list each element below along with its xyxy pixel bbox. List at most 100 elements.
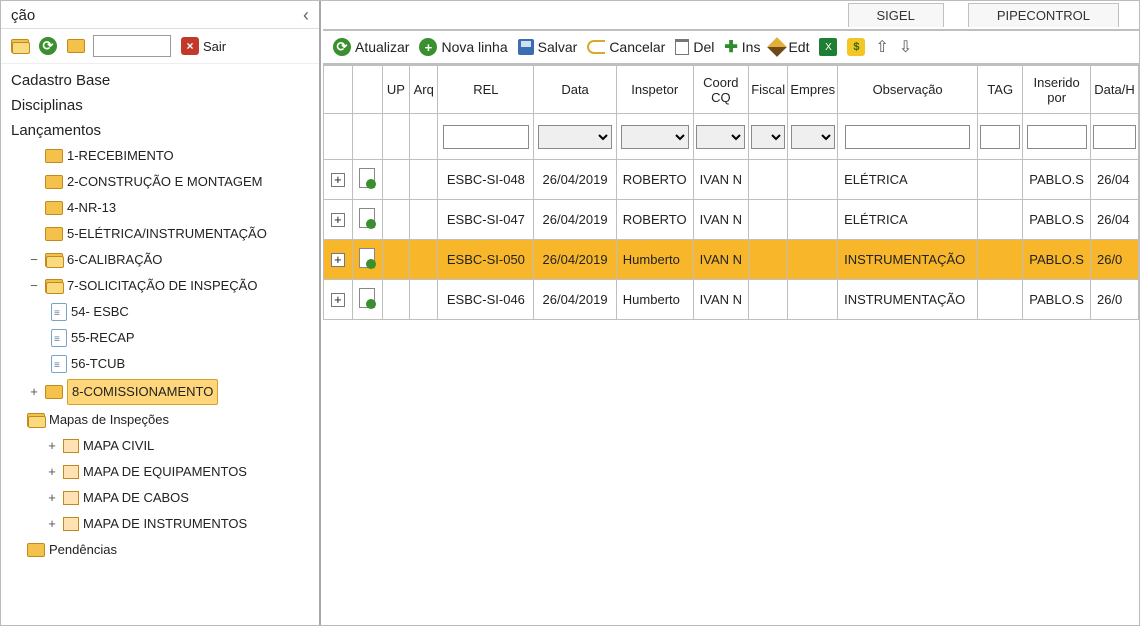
pencil-icon <box>768 37 788 57</box>
col-data[interactable]: Data <box>534 66 616 114</box>
expand-row-icon[interactable]: + <box>331 253 345 267</box>
filter-datah[interactable] <box>1093 125 1135 149</box>
folder-icon <box>45 253 63 267</box>
section-lancamentos[interactable]: Lançamentos <box>5 118 319 143</box>
tree-toggle-icon[interactable]: + <box>45 487 59 509</box>
tree-toggle-icon[interactable]: + <box>45 435 59 457</box>
table-row[interactable]: +ESBC-SI-04626/04/2019HumbertoIVAN NINST… <box>324 280 1139 320</box>
file-upload-icon[interactable] <box>359 168 375 188</box>
sidebar-item-4-nr-13[interactable]: 4-NR-13 <box>5 195 319 221</box>
table-row[interactable]: +ESBC-SI-05026/04/2019HumbertoIVAN NINST… <box>324 240 1139 280</box>
sidebar-item-label: MAPA CIVIL <box>83 435 154 457</box>
move-up-icon[interactable]: ⇧ <box>875 37 888 57</box>
expand-row-icon[interactable]: + <box>331 213 345 227</box>
table-row[interactable]: +ESBC-SI-04726/04/2019ROBERTOIVAN NELÉTR… <box>324 200 1139 240</box>
delete-button[interactable]: Del <box>675 39 714 55</box>
new-row-label: Nova linha <box>441 39 507 55</box>
refresh-icon[interactable]: ⟳ <box>37 35 59 57</box>
new-row-button[interactable]: +Nova linha <box>419 38 507 56</box>
tree-expand-icon[interactable] <box>9 35 31 57</box>
cancel-button[interactable]: Cancelar <box>587 39 665 55</box>
sidebar-item-55-recap[interactable]: 55-RECAP <box>5 325 319 351</box>
sidebar-item-mapa-de-cabos[interactable]: +MAPA DE CABOS <box>5 485 319 511</box>
sidebar-item-mapa-civil[interactable]: + MAPA CIVIL <box>5 433 319 459</box>
tree-toggle-icon[interactable]: + <box>45 513 59 535</box>
move-down-icon[interactable]: ⇩ <box>899 37 912 57</box>
export-excel-icon[interactable]: X <box>819 38 837 56</box>
col-tag[interactable]: TAG <box>978 66 1023 114</box>
refresh-label: Atualizar <box>355 39 409 55</box>
section-cadastro[interactable]: Cadastro Base <box>5 68 319 93</box>
sidebar-item-8-comissionamento[interactable]: +8-COMISSIONAMENTO <box>5 377 319 407</box>
col-datah[interactable]: Data/H <box>1090 66 1138 114</box>
filter-fiscal[interactable] <box>751 125 785 149</box>
col-up[interactable]: UP <box>382 66 409 114</box>
search-folder-icon[interactable] <box>65 35 87 57</box>
tab-sigel[interactable]: SIGEL <box>848 3 944 27</box>
document-icon <box>51 303 67 321</box>
sidebar-item-7-solicita-o-de-inspe-o[interactable]: −7-SOLICITAÇÃO DE INSPEÇÃO <box>5 273 319 299</box>
edit-button[interactable]: Edt <box>770 39 809 55</box>
sidebar-item-mapa-de-instrumentos[interactable]: +MAPA DE INSTRUMENTOS <box>5 511 319 537</box>
col-empres[interactable]: Empres <box>788 66 838 114</box>
section-pendencias[interactable]: Pendências <box>5 537 319 563</box>
collapse-sidebar-icon[interactable]: ‹ <box>303 5 309 26</box>
document-icon <box>51 329 67 347</box>
sidebar-search-input[interactable] <box>93 35 171 57</box>
col-rel[interactable]: REL <box>438 66 534 114</box>
sidebar-item-1-recebimento[interactable]: 1-RECEBIMENTO <box>5 143 319 169</box>
file-upload-icon[interactable] <box>359 288 375 308</box>
col-obs[interactable]: Observação <box>838 66 978 114</box>
filter-data[interactable] <box>538 125 611 149</box>
insert-button[interactable]: ✚Ins <box>724 37 760 57</box>
refresh-button[interactable]: ⟳Atualizar <box>333 38 409 56</box>
sidebar-item-label: 1-RECEBIMENTO <box>67 145 174 167</box>
file-upload-icon[interactable] <box>359 248 375 268</box>
filter-inspetor[interactable] <box>621 125 689 149</box>
filter-obs[interactable] <box>845 125 970 149</box>
col-coord[interactable]: Coord CQ <box>693 66 748 114</box>
tree-toggle-icon[interactable]: + <box>45 461 59 483</box>
filter-tag[interactable] <box>980 125 1020 149</box>
filter-inserido[interactable] <box>1027 125 1087 149</box>
folder-icon <box>45 279 63 293</box>
tree-toggle-icon[interactable]: + <box>27 381 41 403</box>
section-mapas[interactable]: Mapas de Inspeções <box>5 407 319 433</box>
tab-pipecontrol[interactable]: PIPECONTROL <box>968 3 1119 27</box>
table-row[interactable]: +ESBC-SI-04826/04/2019ROBERTOIVAN NELÉTR… <box>324 160 1139 200</box>
currency-icon[interactable]: $ <box>847 38 865 56</box>
col-inspetor[interactable]: Inspetor <box>616 66 693 114</box>
col-inserido[interactable]: Inserido por <box>1023 66 1091 114</box>
tree-toggle-icon[interactable]: − <box>27 275 41 297</box>
expand-row-icon[interactable]: + <box>331 293 345 307</box>
main-area: SIGEL PIPECONTROL ⟳Atualizar +Nova linha… <box>323 1 1139 625</box>
expand-row-icon[interactable]: + <box>331 173 345 187</box>
save-label: Salvar <box>538 39 578 55</box>
filter-coord[interactable] <box>696 125 745 149</box>
plus-icon: + <box>419 38 437 56</box>
file-upload-icon[interactable] <box>359 208 375 228</box>
map-icon <box>63 465 79 479</box>
sidebar-item-mapa-de-equipamentos[interactable]: +MAPA DE EQUIPAMENTOS <box>5 459 319 485</box>
cell-obs: INSTRUMENTAÇÃO <box>838 240 978 280</box>
col-arq[interactable]: Arq <box>410 66 438 114</box>
col-fiscal[interactable]: Fiscal <box>749 66 788 114</box>
cell-obs: ELÉTRICA <box>838 160 978 200</box>
cell-datah: 26/04 <box>1090 200 1138 240</box>
sidebar-item-54-esbc[interactable]: 54- ESBC <box>5 299 319 325</box>
sidebar-item-56-tcub[interactable]: 56-TCUB <box>5 351 319 377</box>
sidebar-item-2-constru-o-e-montagem[interactable]: 2-CONSTRUÇÃO E MONTAGEM <box>5 169 319 195</box>
section-disciplinas[interactable]: Disciplinas <box>5 93 319 118</box>
sidebar-item-5-el-trica-instrumenta-o[interactable]: 5-ELÉTRICA/INSTRUMENTAÇÃO <box>5 221 319 247</box>
cell-coord: IVAN N <box>693 160 748 200</box>
filter-empres[interactable] <box>791 125 835 149</box>
data-grid: UP Arq REL Data Inspetor Coord CQ Fiscal… <box>323 65 1139 625</box>
filter-rel[interactable] <box>443 125 528 149</box>
save-button[interactable]: Salvar <box>518 39 578 55</box>
cell-datah: 26/0 <box>1090 280 1138 320</box>
tree-toggle-icon[interactable]: − <box>27 249 41 271</box>
sidebar-item-6-calibra-o[interactable]: −6-CALIBRAÇÃO <box>5 247 319 273</box>
cell-datah: 26/0 <box>1090 240 1138 280</box>
exit-button[interactable]: × Sair <box>181 37 226 55</box>
cell-inspetor: Humberto <box>616 280 693 320</box>
